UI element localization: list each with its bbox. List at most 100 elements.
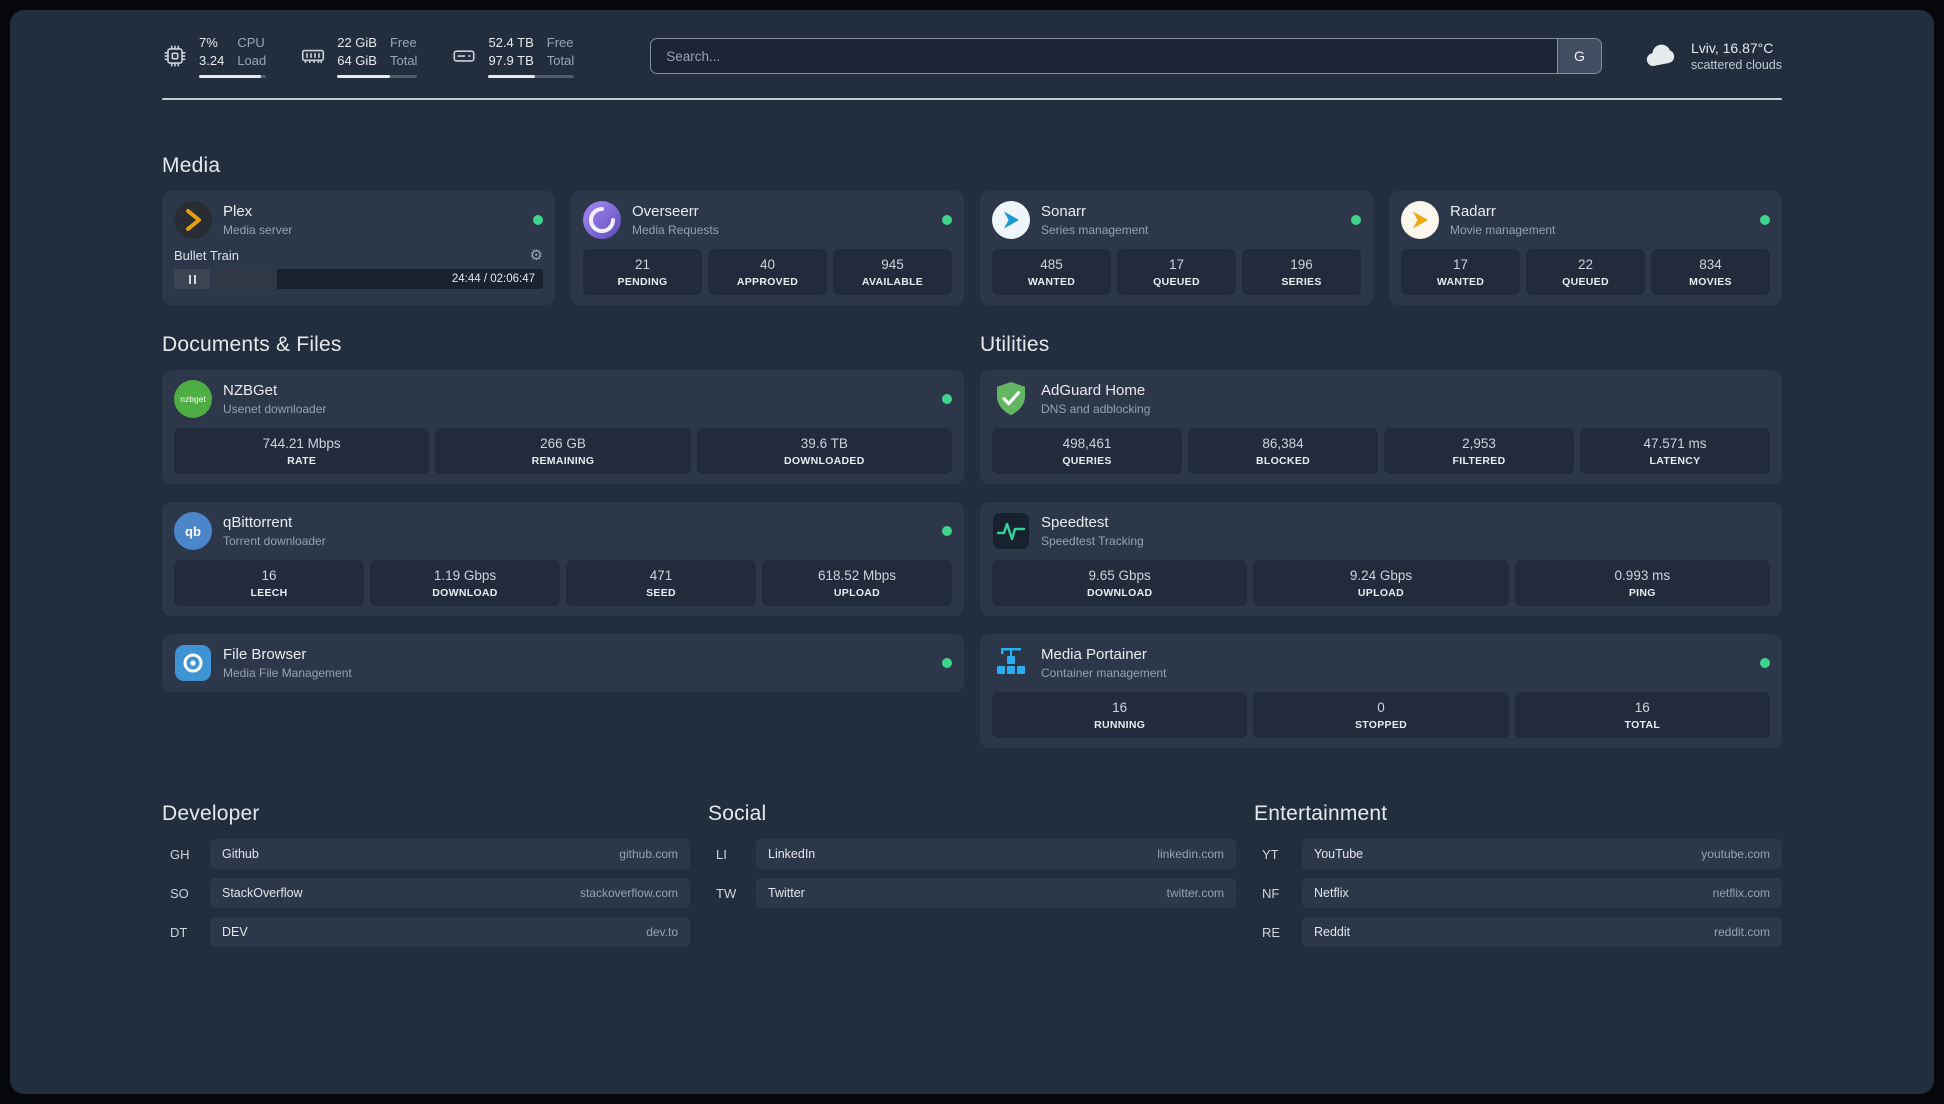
cpu-usage-label: CPU <box>237 35 265 50</box>
card-titles: Sonarr Series management <box>1041 203 1148 237</box>
nzbget-card[interactable]: nzbget NZBGet Usenet downloader 744.21 M… <box>162 370 964 485</box>
stats-row: 9.65 Gbps DOWNLOAD 9.24 Gbps UPLOAD 0.99… <box>992 560 1770 607</box>
stat-value: 17 <box>1168 257 1185 273</box>
stats-row: 17 WANTED 22 QUEUED 834 MOVIES <box>1401 249 1770 296</box>
filebrowser-card[interactable]: File Browser Media File Management <box>162 634 964 693</box>
memory-readout: 22 GiB 64 GiB Free Total <box>337 34 418 79</box>
qbittorrent-card[interactable]: qb qBittorrent Torrent downloader 16 LEE… <box>162 502 964 617</box>
bookmark-link[interactable]: LinkedIn linkedin.com <box>756 839 1236 870</box>
bookmark-link[interactable]: DEV dev.to <box>210 917 690 948</box>
bookmark-name: LinkedIn <box>768 847 816 862</box>
stat-label: STOPPED <box>1354 719 1408 732</box>
app-subtitle: Media server <box>223 223 293 238</box>
stat-value: 196 <box>1290 257 1313 273</box>
overseerr-icon <box>583 201 621 240</box>
weather-text: Lviv, 16.87°C scattered clouds <box>1691 40 1782 72</box>
app-subtitle: Torrent downloader <box>223 534 326 549</box>
qbittorrent-icon: qb <box>174 512 212 551</box>
weather-widget[interactable]: Lviv, 16.87°C scattered clouds <box>1644 39 1782 74</box>
card-titles: Media Portainer Container management <box>1041 646 1166 680</box>
stat-value: 16 <box>261 568 277 584</box>
bookmark-row[interactable]: GH Github github.com <box>162 839 690 870</box>
stat-value: 21 <box>634 257 651 273</box>
portainer-card[interactable]: Media Portainer Container management 16 … <box>980 634 1782 749</box>
memory-free-value: 22 GiB <box>337 35 377 50</box>
stat-label: WANTED <box>1436 276 1485 289</box>
bookmark-link[interactable]: Twitter twitter.com <box>756 878 1236 909</box>
bookmark-link[interactable]: Github github.com <box>210 839 690 870</box>
adguard-icon <box>992 380 1030 418</box>
app-subtitle: Speedtest Tracking <box>1041 534 1144 549</box>
speedtest-card[interactable]: Speedtest Speedtest Tracking 9.65 Gbps D… <box>980 502 1782 617</box>
stat-box: 17 QUEUED <box>1117 249 1236 296</box>
disk-free-label: Free <box>546 35 574 50</box>
stat-box: 47.571 ms LATENCY <box>1580 428 1770 475</box>
stat-value: 0 <box>1377 700 1385 716</box>
bookmark-link[interactable]: StackOverflow stackoverflow.com <box>210 878 690 909</box>
stat-box: 9.65 Gbps DOWNLOAD <box>992 560 1248 607</box>
memory-total-label: Total <box>389 53 418 69</box>
stat-value: 47.571 ms <box>1643 436 1707 452</box>
stat-label: PENDING <box>617 276 668 289</box>
section-heading-social: Social <box>708 802 767 826</box>
disk-total-value: 97.9 TB <box>488 53 534 69</box>
stat-value: 39.6 TB <box>800 436 848 452</box>
seek-bar[interactable]: 24:44 / 02:06:47 <box>213 269 543 290</box>
disk-total-label: Total <box>546 53 575 69</box>
bookmark-abbr: GH <box>170 846 190 862</box>
memory-usage-bar <box>337 75 418 79</box>
gear-icon[interactable]: ⚙ <box>530 248 543 263</box>
bookmark-name: StackOverflow <box>222 886 303 901</box>
portainer-icon <box>992 644 1030 682</box>
stat-label: REMAINING <box>531 455 595 468</box>
cpu-load-value: 3.24 <box>199 53 225 69</box>
app-title: Plex <box>223 203 253 221</box>
stat-value: 16 <box>1634 700 1650 716</box>
bookmark-row[interactable]: YT YouTube youtube.com <box>1254 839 1782 870</box>
weather-location: Lviv, 16.87°C <box>1690 40 1774 57</box>
app-subtitle: Media File Management <box>223 666 352 681</box>
search-provider-button[interactable]: G <box>1556 39 1601 74</box>
bookmark-row[interactable]: DT DEV dev.to <box>162 917 690 948</box>
status-dot <box>942 215 952 226</box>
bookmark-link[interactable]: Reddit reddit.com <box>1302 917 1782 948</box>
bookmark-row[interactable]: LI LinkedIn linkedin.com <box>708 839 1236 870</box>
stat-label: LATENCY <box>1649 455 1701 468</box>
bookmark-row[interactable]: TW Twitter twitter.com <box>708 878 1236 909</box>
sonarr-card[interactable]: Sonarr Series management 485 WANTED 17 Q… <box>980 191 1373 306</box>
search-input[interactable] <box>651 39 1557 74</box>
bookmark-link[interactable]: YouTube youtube.com <box>1302 839 1782 870</box>
overseerr-card[interactable]: Overseerr Media Requests 21 PENDING 40 A… <box>571 191 964 306</box>
plex-card[interactable]: Plex Media server Bullet Train ⚙ 24:44 /… <box>162 191 555 306</box>
bookmark-row[interactable]: SO StackOverflow stackoverflow.com <box>162 878 690 909</box>
stat-label: MOVIES <box>1689 276 1732 289</box>
stat-box: 39.6 TB DOWNLOADED <box>696 428 952 475</box>
stat-label: WANTED <box>1027 276 1076 289</box>
pause-button[interactable] <box>174 269 210 290</box>
card-header: Speedtest Speedtest Tracking <box>992 512 1770 550</box>
bookmark-domain: youtube.com <box>1701 847 1770 862</box>
stat-box: 945 AVAILABLE <box>833 249 952 296</box>
bookmark-abbr: TW <box>716 885 737 901</box>
card-titles: File Browser Media File Management <box>223 646 352 680</box>
card-titles: Overseerr Media Requests <box>632 203 719 237</box>
search-bar: G <box>650 38 1602 75</box>
adguard-card[interactable]: AdGuard Home DNS and adblocking 498,461 … <box>980 370 1782 485</box>
memory-icon <box>300 43 326 69</box>
stat-box: 266 GB REMAINING <box>435 428 691 475</box>
card-header: Media Portainer Container management <box>992 644 1770 682</box>
bookmark-row[interactable]: RE Reddit reddit.com <box>1254 917 1782 948</box>
utilities-section: Utilities AdGuard Home DNS and adblockin… <box>980 333 1782 749</box>
status-dot <box>1760 658 1770 669</box>
weather-condition: scattered clouds <box>1690 58 1782 73</box>
section-heading-entertainment: Entertainment <box>1254 802 1388 826</box>
card-header: Overseerr Media Requests <box>583 201 952 240</box>
card-header: qb qBittorrent Torrent downloader <box>174 512 952 551</box>
bookmark-domain: github.com <box>619 847 678 862</box>
bookmark-row[interactable]: NF Netflix netflix.com <box>1254 878 1782 909</box>
resource-widgets: 7% 3.24 CPU Load 22 GiB 64 GiB Free Tota… <box>162 34 608 79</box>
stat-box: 17 WANTED <box>1401 249 1520 296</box>
bookmark-link[interactable]: Netflix netflix.com <box>1302 878 1782 909</box>
radarr-card[interactable]: Radarr Movie management 17 WANTED 22 QUE… <box>1389 191 1782 306</box>
radarr-icon <box>1401 201 1439 240</box>
